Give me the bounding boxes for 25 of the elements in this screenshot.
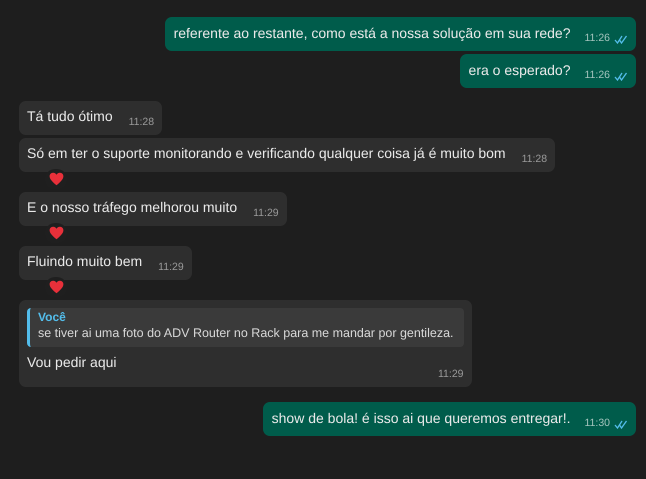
double-check-icon (614, 34, 628, 44)
message-text: Vou pedir aqui (27, 353, 117, 372)
message-time: 11:28 (128, 115, 154, 130)
message-time: 11:26 (584, 31, 610, 46)
quote-author: Você (38, 310, 67, 325)
message-time: 11:26 (584, 68, 610, 84)
heart-icon (48, 172, 64, 186)
message-time: 11:30 (584, 416, 610, 432)
message-time: 11:29 (253, 206, 279, 222)
message-time: 11:28 (522, 152, 548, 168)
quoted-message[interactable]: Você se tiver ai uma foto do ADV Router no Rack para me mandar por gentileza. (27, 308, 464, 347)
message-text: Tá tudo ótimo (27, 107, 113, 126)
double-check-icon (614, 72, 628, 81)
heart-icon (48, 226, 64, 240)
message-text: Fluindo muito bem (27, 252, 142, 271)
message-text: referente ao restante, como está a nossa solução em sua rede? (174, 24, 570, 43)
message-text: era o esperado? (468, 61, 570, 80)
message-time: 11:29 (438, 367, 464, 382)
message-text: show de bola! é isso ai que queremos entregar!. (272, 409, 570, 428)
heart-icon (48, 280, 64, 294)
message-text: Só em ter o suporte monitorando e verificando qualquer coisa já é muito bom (27, 144, 506, 163)
message-time: 11:29 (158, 260, 184, 276)
message-text: E o nosso tráfego melhorou muito (27, 198, 238, 217)
double-check-icon (614, 420, 628, 429)
quote-text: se tiver ai uma foto do ADV Router no Rack para me mandar por gentileza. (38, 325, 454, 341)
